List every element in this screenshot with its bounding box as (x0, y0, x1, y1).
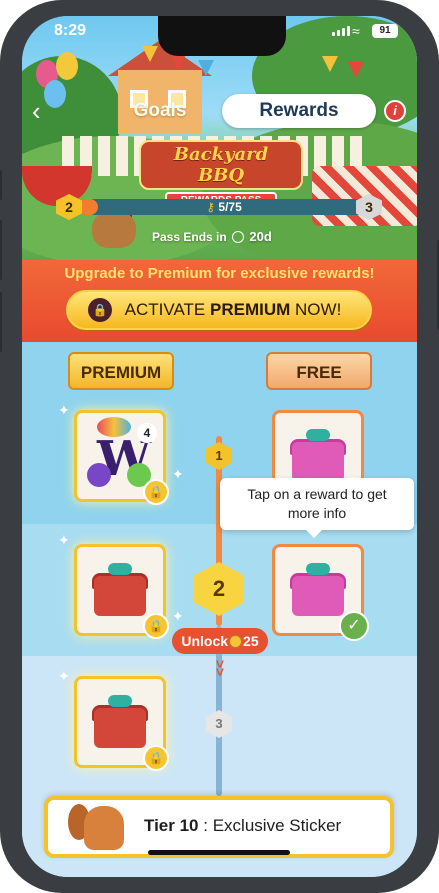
pink-chest-icon (292, 576, 344, 616)
tier-goal-reward: Exclusive Sticker (212, 816, 342, 835)
chest-bow (306, 429, 330, 441)
clock-icon (232, 231, 245, 243)
free-column-header: FREE (266, 352, 372, 390)
lock-icon: 🔒 (143, 745, 169, 771)
bunting-flag (170, 54, 186, 70)
premium-reward-card-tier-3[interactable]: 🔒 (74, 676, 169, 771)
dog-illustration (92, 212, 136, 248)
tooltip-line-2: more info (287, 505, 347, 521)
lock-icon: 🔒 (143, 479, 169, 505)
checkmark-icon: ✓ (339, 611, 369, 641)
sticker-squirrel-icon (84, 806, 124, 850)
lock-icon: 🔒 (88, 298, 112, 322)
progress-bar: ⚷ 5/75 (78, 199, 370, 215)
pink-chest-icon (292, 442, 344, 482)
pass-ends-label: Pass Ends in (152, 230, 227, 244)
key-icon: ⚷ (206, 200, 216, 214)
phone-frame: 8:29 ≈ 91 ‹ Goals Rewards i Backyard BBQ… (0, 0, 439, 893)
progress-count: 5/75 (218, 200, 242, 214)
activate-premium-button[interactable]: 🔒 ACTIVATE PREMIUM NOW! (66, 290, 372, 330)
sparkle-icon: ✦ (172, 608, 184, 624)
info-icon[interactable]: i (384, 100, 406, 122)
chest-bow (108, 563, 132, 575)
tier-goal-text: Tier 10 : Exclusive Sticker (144, 816, 341, 836)
bunting-flag (198, 60, 214, 76)
chevron-down-icon: ˅ ˅ (215, 656, 225, 680)
upgrade-message: Upgrade to Premium for exclusive rewards… (64, 265, 375, 282)
premium-reward-card-tier-1[interactable]: W 4 🔒 (74, 410, 169, 505)
pass-ends-value: 20d (249, 229, 272, 244)
tier-goal-tier: Tier 10 (144, 816, 199, 835)
reward-count: 4 (137, 423, 157, 443)
gem-icon (87, 463, 111, 487)
event-title: Backyard BBQ (139, 140, 303, 190)
unlock-cost: 25 (243, 633, 259, 649)
activate-bold: PREMIUM (210, 300, 291, 319)
activate-prefix: ACTIVATE (124, 300, 206, 319)
chest-bow (306, 563, 330, 575)
app-screen: 8:29 ≈ 91 ‹ Goals Rewards i Backyard BBQ… (22, 16, 417, 877)
upgrade-banner: Upgrade to Premium for exclusive rewards… (22, 260, 417, 342)
reward-info-tooltip: Tap on a reward to get more info (220, 478, 414, 538)
red-chest-icon (94, 708, 146, 748)
wifi-icon: ≈ (352, 23, 360, 39)
phone-side-button (0, 292, 2, 352)
activate-suffix: NOW! (295, 300, 342, 319)
free-reward-card-tier-2[interactable]: ✓ (272, 544, 369, 641)
premium-column-header: PREMIUM (68, 352, 174, 390)
status-bar: 8:29 ≈ 91 (22, 16, 417, 56)
phone-side-button (0, 220, 2, 280)
tab-goals[interactable]: Goals (100, 96, 220, 126)
sparkle-icon: ✦ (58, 668, 70, 684)
dynamic-island (158, 16, 286, 56)
tab-rewards[interactable]: Rewards (222, 94, 376, 128)
cellular-signal-icon (332, 26, 350, 36)
back-chevron-left-icon[interactable]: ‹ (32, 98, 52, 126)
unlock-label: Unlock (181, 633, 229, 649)
bunting-flag (348, 62, 364, 78)
rainbow-icon (97, 417, 131, 437)
event-logo: Backyard BBQ REWARDS PASS (139, 140, 303, 210)
battery-icon: 91 (372, 24, 398, 38)
tier-goal-banner[interactable]: Tier 10 : Exclusive Sticker (44, 796, 394, 858)
pass-ends-timer: Pass Ends in 20d (152, 229, 292, 247)
unlock-tier-button[interactable]: Unlock 25 (172, 628, 268, 654)
bunting-flag (322, 56, 338, 72)
progress-label: ⚷ 5/75 (78, 199, 370, 215)
balloon-illustration (56, 52, 78, 80)
home-indicator[interactable] (148, 850, 290, 855)
red-chest-icon (94, 576, 146, 616)
sparkle-icon: ✦ (58, 402, 70, 418)
tooltip-line-1: Tap on a reward to get (247, 486, 387, 502)
status-time: 8:29 (54, 22, 87, 39)
phone-side-button (0, 170, 2, 200)
chest-bow (108, 695, 132, 707)
sparkle-icon: ✦ (172, 466, 184, 482)
sparkle-icon: ✦ (58, 532, 70, 548)
premium-reward-card-tier-2[interactable]: 🔒 (74, 544, 169, 639)
tier-goal-separator: : (203, 816, 208, 835)
coin-icon (229, 635, 243, 648)
lock-icon: 🔒 (143, 613, 169, 639)
